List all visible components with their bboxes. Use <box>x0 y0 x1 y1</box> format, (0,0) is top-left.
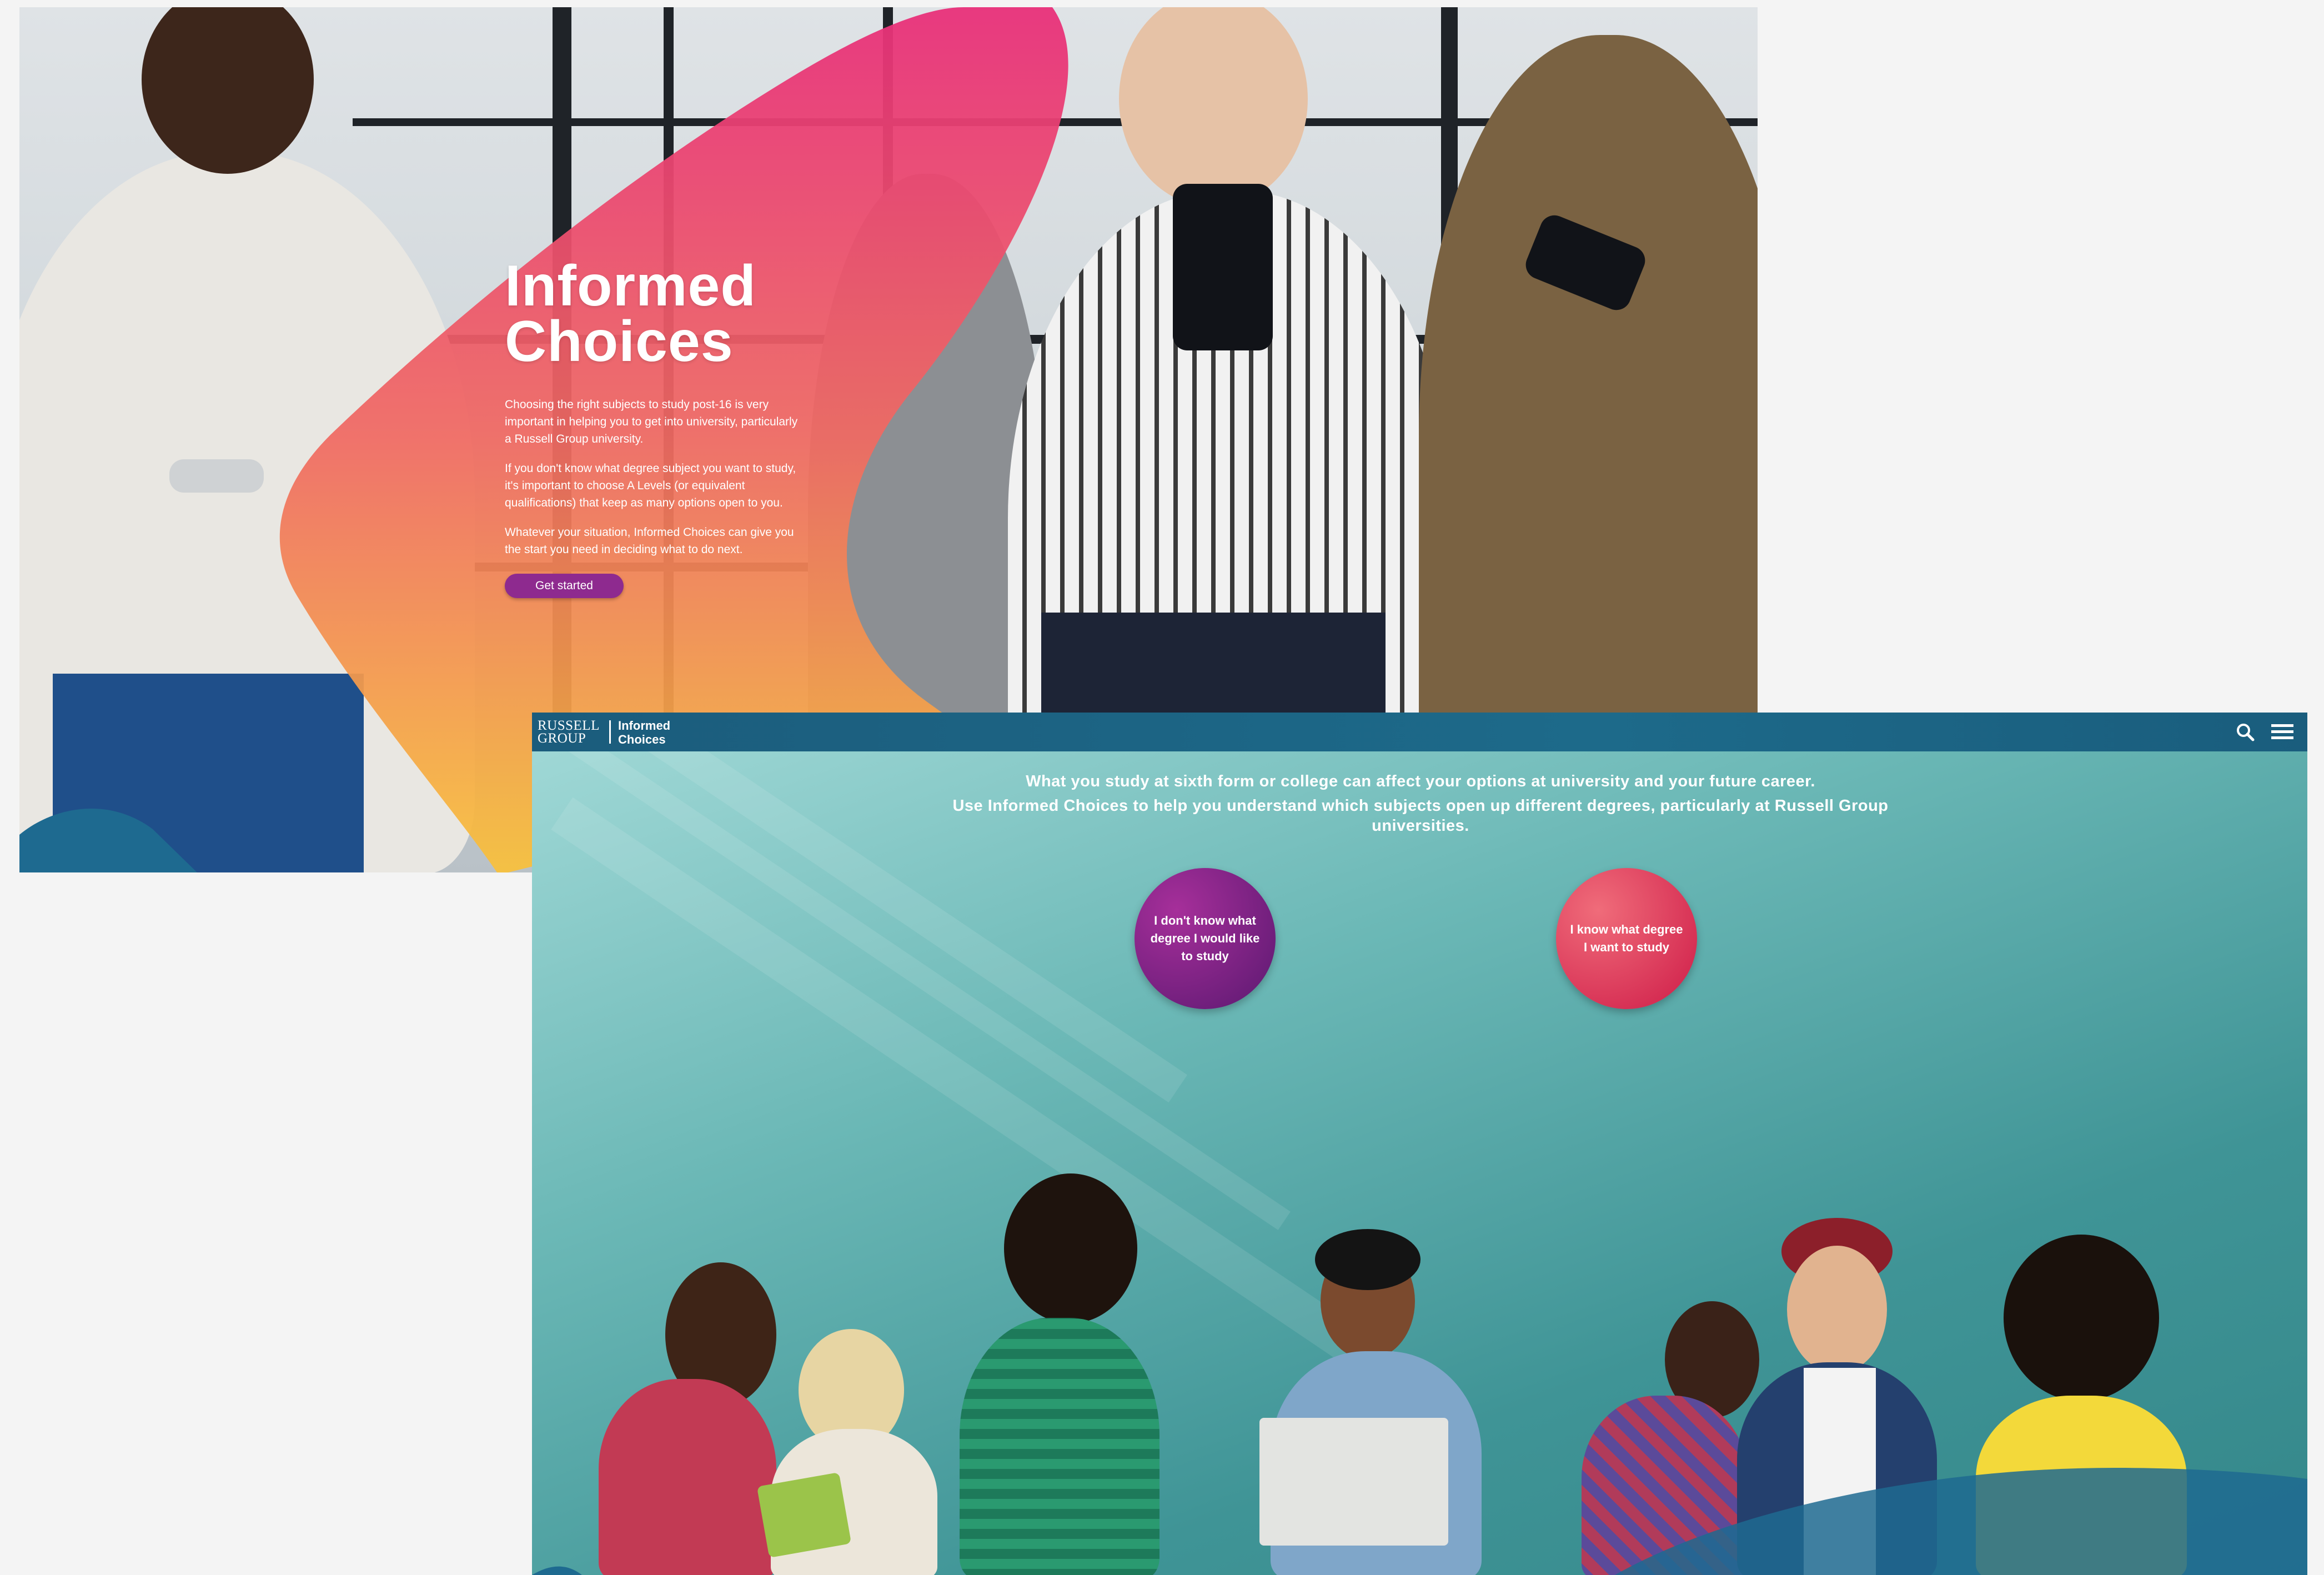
bottom-wave-shape <box>532 1468 2307 1575</box>
hero-content: Informed Choices Choosing the right subj… <box>505 254 805 598</box>
landing-panel: RUSSELL GROUP Informed Choices What you … <box>532 713 2307 1575</box>
hero-paragraph: If you don't know what degree subject yo… <box>505 462 796 509</box>
hero-title: Informed Choices <box>505 254 805 374</box>
hero-paragraph: Whatever your situation, Informed Choice… <box>505 526 794 556</box>
hero-paragraph: Choosing the right subjects to study pos… <box>505 398 798 445</box>
hero-title-line: Choices <box>505 309 734 374</box>
hero-title-line: Informed <box>505 254 756 318</box>
get-started-button[interactable]: Get started <box>505 574 624 598</box>
